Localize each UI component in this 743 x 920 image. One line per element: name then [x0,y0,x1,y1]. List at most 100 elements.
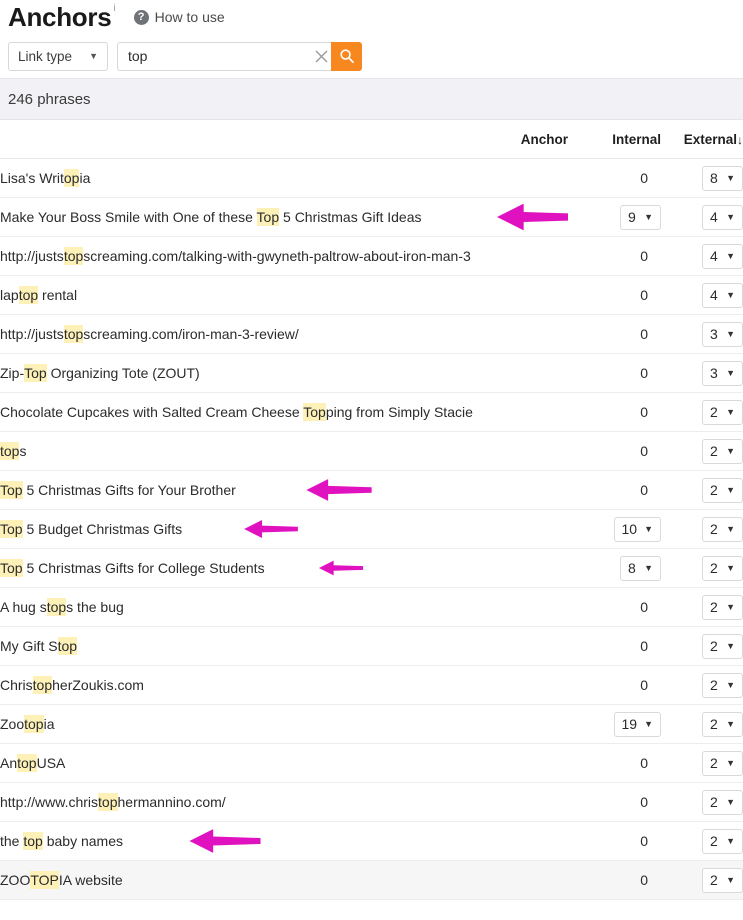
table-row[interactable]: laptop rental 0 4 ▼ [0,275,743,315]
link-type-dropdown[interactable]: Link type ▼ [8,41,108,71]
table-row[interactable]: Lisa's Writopia 0 8 ▼ [0,158,743,198]
anchor-text-cell[interactable]: Chocolate Cupcakes with Salted Cream Che… [0,392,568,432]
anchor-text-cell[interactable]: laptop rental [0,275,568,315]
anchor-text-cell[interactable]: tops [0,431,568,471]
anchor-text-cell[interactable]: Make Your Boss Smile with One of these T… [0,197,568,237]
external-links-cell[interactable]: 2 ▼ [661,431,743,471]
external-links-cell[interactable]: 4 ▼ [661,197,743,237]
anchor-text-cell[interactable]: Top 5 Christmas Gifts for College Studen… [0,548,568,588]
external-count-dropdown[interactable]: 2 ▼ [702,867,743,893]
table-row[interactable]: Zootopia 19 ▼ 2 ▼ [0,704,743,744]
external-count-dropdown[interactable]: 4 ▼ [702,204,743,230]
internal-links-cell[interactable]: 0 [568,821,661,861]
internal-links-cell[interactable]: 0 [568,236,661,276]
external-links-cell[interactable]: 2 ▼ [661,821,743,861]
table-row[interactable]: the top baby names 0 2 ▼ [0,821,743,861]
external-count-dropdown[interactable]: 8 ▼ [702,165,743,191]
internal-links-cell[interactable]: 0 [568,353,661,393]
internal-links-cell[interactable]: 0 [568,743,661,783]
external-count-dropdown[interactable]: 3 ▼ [702,321,743,347]
column-header-external[interactable]: External↓ [661,120,743,159]
table-row[interactable]: http://juststopscreaming.com/talking-wit… [0,236,743,276]
external-count-dropdown[interactable]: 2 ▼ [702,789,743,815]
table-row[interactable]: Top 5 Budget Christmas Gifts 10 ▼ 2 ▼ [0,509,743,549]
external-count-dropdown[interactable]: 2 ▼ [702,828,743,854]
internal-count-dropdown[interactable]: 9 ▼ [620,204,661,230]
anchor-text-cell[interactable]: AntopUSA [0,743,568,783]
internal-links-cell[interactable]: 10 ▼ [568,509,661,549]
external-count-dropdown[interactable]: 2 ▼ [702,438,743,464]
table-row[interactable]: http://juststopscreaming.com/iron-man-3-… [0,314,743,354]
external-links-cell[interactable]: 4 ▼ [661,275,743,315]
internal-links-cell[interactable]: 0 [568,314,661,354]
anchor-text-cell[interactable]: Top 5 Budget Christmas Gifts [0,509,568,549]
external-links-cell[interactable]: 2 ▼ [661,860,743,900]
table-row[interactable]: Top 5 Christmas Gifts for College Studen… [0,548,743,588]
internal-links-cell[interactable]: 8 ▼ [568,548,661,588]
external-count-dropdown[interactable]: 2 ▼ [702,750,743,776]
internal-links-cell[interactable]: 9 ▼ [568,197,661,237]
table-row[interactable]: ZOOTOPIA website 0 2 ▼ [0,860,743,900]
external-count-dropdown[interactable]: 4 ▼ [702,243,743,269]
external-count-dropdown[interactable]: 2 ▼ [702,633,743,659]
anchor-text-cell[interactable]: Lisa's Writopia [0,158,568,198]
internal-links-cell[interactable]: 0 [568,158,661,198]
external-links-cell[interactable]: 2 ▼ [661,704,743,744]
external-count-dropdown[interactable]: 4 ▼ [702,282,743,308]
internal-links-cell[interactable]: 0 [568,860,661,900]
anchor-text-cell[interactable]: Top 5 Christmas Gifts for Your Brother [0,470,568,510]
table-row[interactable]: Chocolate Cupcakes with Salted Cream Che… [0,392,743,432]
table-row[interactable]: ChristopherZoukis.com 0 2 ▼ [0,665,743,705]
anchor-text-cell[interactable]: Zip-Top Organizing Tote (ZOUT) [0,353,568,393]
anchor-text-cell[interactable]: My Gift Stop [0,626,568,666]
external-links-cell[interactable]: 3 ▼ [661,353,743,393]
external-count-dropdown[interactable]: 2 ▼ [702,477,743,503]
internal-links-cell[interactable]: 0 [568,665,661,705]
external-links-cell[interactable]: 4 ▼ [661,236,743,276]
table-row[interactable]: Make Your Boss Smile with One of these T… [0,197,743,237]
table-row[interactable]: Zip-Top Organizing Tote (ZOUT) 0 3 ▼ [0,353,743,393]
anchor-text-cell[interactable]: http://juststopscreaming.com/talking-wit… [0,236,568,276]
search-button[interactable] [331,41,362,71]
close-x-icon[interactable] [311,49,331,64]
anchor-text-cell[interactable]: Zootopia [0,704,568,744]
external-links-cell[interactable]: 2 ▼ [661,782,743,822]
search-input[interactable] [118,42,311,70]
external-count-dropdown[interactable]: 2 ▼ [702,594,743,620]
table-row[interactable]: A hug stops the bug 0 2 ▼ [0,587,743,627]
internal-links-cell[interactable]: 0 [568,626,661,666]
anchor-text-cell[interactable]: http://juststopscreaming.com/iron-man-3-… [0,314,568,354]
external-links-cell[interactable]: 8 ▼ [661,158,743,198]
internal-links-cell[interactable]: 0 [568,782,661,822]
table-row[interactable]: http://www.christophermannino.com/0 2 ▼ [0,782,743,822]
table-row[interactable]: My Gift Stop 0 2 ▼ [0,626,743,666]
external-count-dropdown[interactable]: 2 ▼ [702,672,743,698]
external-links-cell[interactable]: 3 ▼ [661,314,743,354]
external-links-cell[interactable]: 2 ▼ [661,548,743,588]
column-header-internal[interactable]: Internal [568,120,661,159]
anchor-text-cell[interactable]: ChristopherZoukis.com [0,665,568,705]
external-links-cell[interactable]: 2 ▼ [661,665,743,705]
internal-count-dropdown[interactable]: 10 ▼ [613,516,661,542]
internal-links-cell[interactable]: 0 [568,587,661,627]
anchor-text-cell[interactable]: the top baby names [0,821,568,861]
anchor-text-cell[interactable]: http://www.christophermannino.com/ [0,782,568,822]
external-count-dropdown[interactable]: 2 ▼ [702,516,743,542]
internal-count-dropdown[interactable]: 19 ▼ [613,711,661,737]
internal-count-dropdown[interactable]: 8 ▼ [620,555,661,581]
external-links-cell[interactable]: 2 ▼ [661,587,743,627]
external-count-dropdown[interactable]: 3 ▼ [702,360,743,386]
internal-links-cell[interactable]: 19 ▼ [568,704,661,744]
table-row[interactable]: AntopUSA 0 2 ▼ [0,743,743,783]
table-row[interactable]: Top 5 Christmas Gifts for Your Brother 0 2… [0,470,743,510]
column-header-anchor[interactable]: Anchor [0,120,568,159]
external-count-dropdown[interactable]: 2 ▼ [702,399,743,425]
external-count-dropdown[interactable]: 2 ▼ [702,555,743,581]
table-row[interactable]: tops 0 2 ▼ [0,431,743,471]
external-links-cell[interactable]: 2 ▼ [661,509,743,549]
external-links-cell[interactable]: 2 ▼ [661,392,743,432]
internal-links-cell[interactable]: 0 [568,470,661,510]
internal-links-cell[interactable]: 0 [568,431,661,471]
internal-links-cell[interactable]: 0 [568,275,661,315]
external-links-cell[interactable]: 2 ▼ [661,743,743,783]
